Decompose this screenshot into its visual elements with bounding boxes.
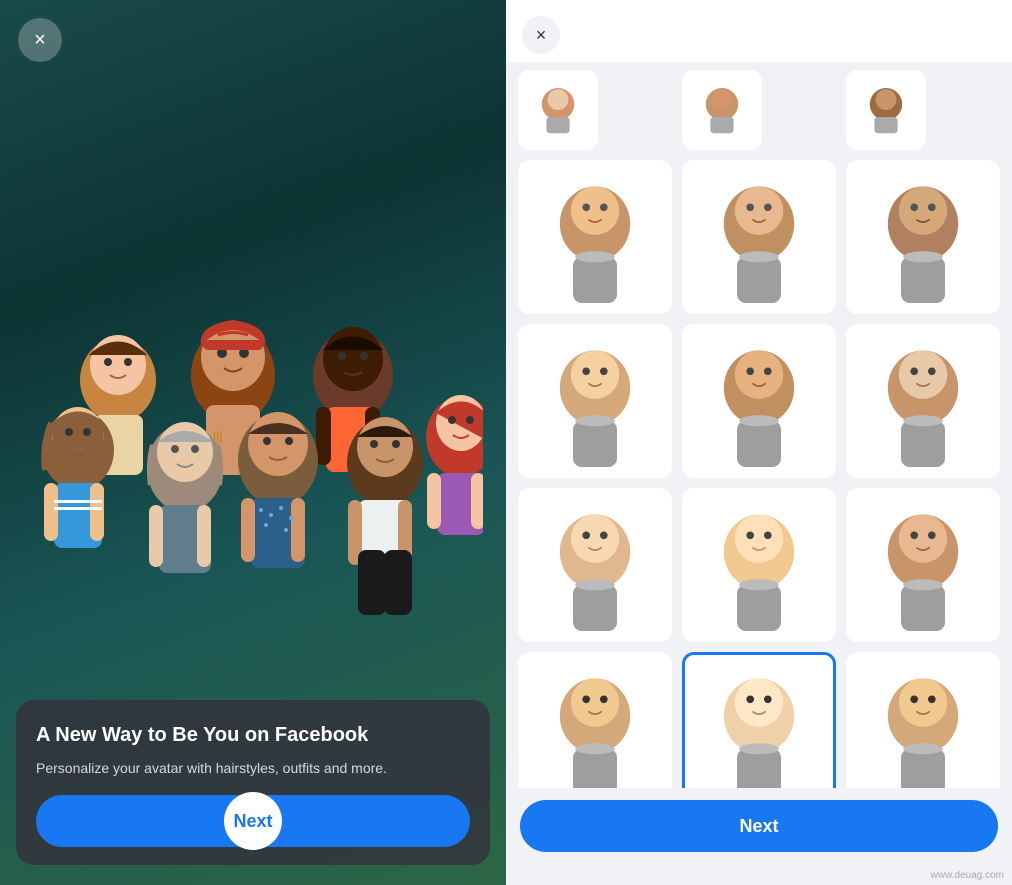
avatar-group-illustration: ||| (0, 50, 506, 685)
avatar-cell-2[interactable] (682, 160, 836, 314)
avatar-cell-5[interactable] (682, 324, 836, 478)
avatar-cell-top-2[interactable] (682, 70, 762, 150)
close-icon-right: × (536, 25, 547, 46)
next-button-right-label: Next (739, 816, 778, 837)
card-title: A New Way to Be You on Facebook (36, 722, 470, 748)
avatar-grid (518, 70, 1000, 788)
next-circle-label: Next (233, 811, 272, 832)
avatar-cell-1[interactable] (518, 160, 672, 314)
card-description: Personalize your avatar with hairstyles,… (36, 758, 470, 779)
avatar-cell-8[interactable] (682, 488, 836, 642)
avatar-cell-10[interactable] (518, 652, 672, 788)
left-panel: × (0, 0, 506, 885)
next-button-right[interactable]: Next (520, 800, 998, 852)
avatar-cell-top-3[interactable] (846, 70, 926, 150)
avatar-illustration-svg: ||| (23, 265, 483, 685)
avatar-cell-3[interactable] (846, 160, 1000, 314)
next-button-circle: Next (224, 792, 282, 850)
right-header: × (506, 0, 1012, 62)
close-icon-left: × (34, 30, 46, 50)
avatar-cell-top-1[interactable] (518, 70, 598, 150)
right-panel: × (506, 0, 1012, 885)
avatar-cell-11-selected[interactable] (682, 652, 836, 788)
close-button-left[interactable]: × (18, 18, 62, 62)
avatar-grid-container[interactable] (506, 62, 1012, 788)
avatar-cell-6[interactable] (846, 324, 1000, 478)
avatar-cell-9[interactable] (846, 488, 1000, 642)
avatar-cell-7[interactable] (518, 488, 672, 642)
close-button-right[interactable]: × (522, 16, 560, 54)
next-button-left[interactable]: Next (36, 795, 470, 847)
avatar-cell-4[interactable] (518, 324, 672, 478)
avatar-cell-12[interactable] (846, 652, 1000, 788)
intro-card: A New Way to Be You on Facebook Personal… (16, 700, 490, 865)
watermark: www.deuag.com (506, 868, 1012, 885)
